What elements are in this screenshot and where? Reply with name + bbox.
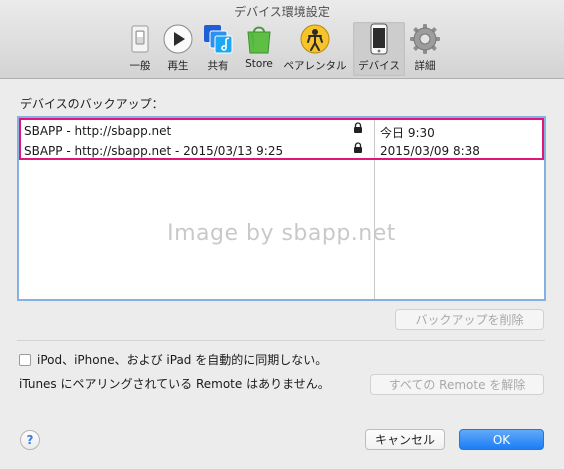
tab-advanced-label: 詳細 bbox=[414, 60, 436, 72]
ok-button[interactable]: OK bbox=[459, 429, 544, 450]
remote-status-text: iTunes にペアリングされている Remote はありません。 bbox=[19, 377, 330, 391]
prevent-auto-sync-label: iPod、iPhone、および iPad を自動的に同期しない。 bbox=[37, 353, 328, 367]
help-button[interactable]: ? bbox=[20, 430, 40, 450]
watermark: Image by sbapp.net bbox=[167, 221, 396, 246]
tab-general[interactable]: 一般 bbox=[125, 22, 155, 76]
tab-devices-label: デバイス bbox=[358, 60, 400, 72]
delete-backup-button[interactable]: バックアップを削除 bbox=[395, 309, 544, 330]
backup-name: SBAPP - http://sbapp.net - 2015/03/13 9:… bbox=[24, 144, 284, 158]
lock-icon bbox=[353, 142, 363, 157]
tab-general-label: 一般 bbox=[129, 60, 151, 72]
lock-icon bbox=[353, 122, 363, 137]
backup-row[interactable]: SBAPP - http://sbapp.net - 2015/03/13 9:… bbox=[19, 140, 544, 160]
parental-icon bbox=[299, 23, 331, 55]
backup-row[interactable]: SBAPP - http://sbapp.net 今日 9:30 bbox=[19, 120, 544, 140]
prevent-auto-sync-checkbox[interactable] bbox=[19, 353, 31, 366]
tab-sharing[interactable]: 共有 bbox=[201, 22, 235, 76]
general-switch-icon bbox=[124, 23, 156, 55]
sharing-icon bbox=[202, 23, 234, 55]
backup-date: 2015/03/09 8:38 bbox=[380, 144, 480, 158]
cancel-button[interactable]: キャンセル bbox=[365, 429, 445, 450]
tab-devices[interactable]: デバイス bbox=[353, 22, 405, 76]
tab-sharing-label: 共有 bbox=[207, 60, 229, 72]
forget-remotes-button[interactable]: すべての Remote を解除 bbox=[370, 374, 544, 395]
tab-playback[interactable]: 再生 bbox=[162, 22, 194, 76]
preferences-window: デバイス環境設定 一般 再生 共有 Store ペアレンタル デバイス 詳細 デ… bbox=[0, 0, 564, 469]
tab-parental[interactable]: ペアレンタル bbox=[281, 22, 349, 76]
tab-store-label: Store bbox=[245, 58, 273, 70]
prevent-auto-sync-option[interactable]: iPod、iPhone、および iPad を自動的に同期しない。 bbox=[19, 351, 327, 368]
toolbar: デバイス環境設定 一般 再生 共有 Store ペアレンタル デバイス 詳細 bbox=[0, 0, 564, 79]
tab-parental-label: ペアレンタル bbox=[283, 60, 347, 72]
backup-date: 今日 9:30 bbox=[380, 126, 435, 140]
backup-name: SBAPP - http://sbapp.net bbox=[24, 124, 172, 138]
device-icon bbox=[363, 23, 395, 55]
tab-playback-label: 再生 bbox=[167, 60, 189, 72]
gear-icon bbox=[409, 23, 441, 55]
backups-heading: デバイスのバックアップ： bbox=[20, 97, 164, 111]
tab-store[interactable]: Store bbox=[242, 22, 276, 76]
tab-advanced[interactable]: 詳細 bbox=[408, 22, 442, 76]
store-bag-icon bbox=[243, 23, 275, 55]
play-icon bbox=[162, 23, 194, 55]
window-title: デバイス環境設定 bbox=[234, 5, 330, 19]
backups-table[interactable]: SBAPP - http://sbapp.net 今日 9:30 SBAPP -… bbox=[17, 116, 546, 301]
separator bbox=[17, 340, 545, 341]
